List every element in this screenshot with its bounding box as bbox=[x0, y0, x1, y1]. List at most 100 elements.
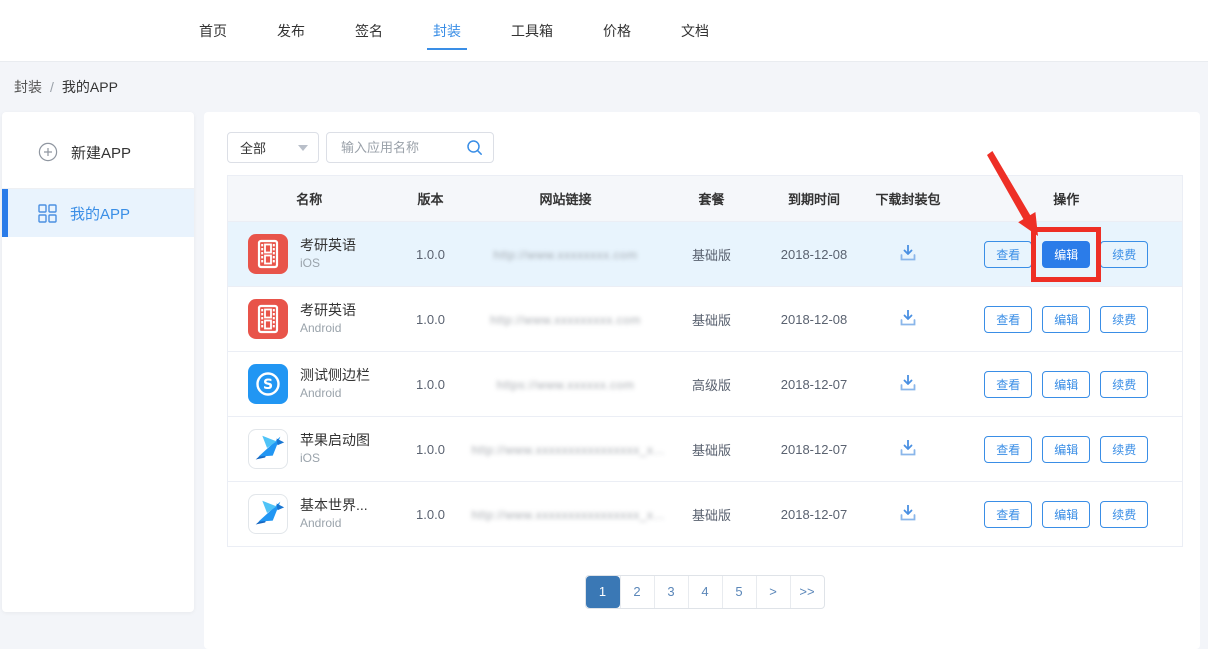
table-header-row: 名称版本网站链接套餐到期时间下载封装包操作 bbox=[228, 176, 1183, 222]
app-platform: iOS bbox=[300, 256, 356, 271]
pagination-page-5[interactable]: 5 bbox=[722, 576, 756, 608]
app-plan: 基础版 bbox=[661, 287, 763, 352]
app-version: 1.0.0 bbox=[391, 352, 471, 417]
pagination-page-1[interactable]: 1 bbox=[586, 576, 620, 608]
pagination-page-2[interactable]: 2 bbox=[620, 576, 654, 608]
edit-button[interactable]: 编辑 bbox=[1042, 241, 1090, 268]
table-row: S 测试侧边栏 Android 1.0.0 https://www.xxxxxx.com… bbox=[228, 352, 1183, 417]
nav-item[interactable]: 首页 bbox=[199, 0, 227, 62]
download-icon[interactable] bbox=[897, 502, 919, 524]
search-input[interactable] bbox=[339, 139, 466, 156]
pagination-next[interactable]: > bbox=[756, 576, 790, 608]
nav-item[interactable]: 签名 bbox=[355, 0, 383, 62]
search-icon[interactable] bbox=[466, 139, 483, 156]
app-icon-film bbox=[248, 234, 288, 274]
grid-icon bbox=[38, 204, 57, 223]
renew-button[interactable]: 续费 bbox=[1100, 371, 1148, 398]
nav-item[interactable]: 文档 bbox=[681, 0, 709, 62]
app-name: 考研英语 bbox=[300, 302, 356, 319]
sidebar-item-new-app[interactable]: 新建APP bbox=[2, 128, 194, 176]
app-plan: 基础版 bbox=[661, 222, 763, 287]
website-link-blurred: https://www.xxxxxx.com bbox=[497, 378, 635, 392]
nav-item[interactable]: 工具箱 bbox=[511, 0, 553, 62]
view-button[interactable]: 查看 bbox=[984, 241, 1032, 268]
app-platform: Android bbox=[300, 386, 370, 401]
pagination: 12345>>> bbox=[227, 575, 1182, 609]
table-row: 考研英语iOS1.0.0http://www.xxxxxxxx.com基础版20… bbox=[228, 222, 1183, 287]
column-header: 网站链接 bbox=[471, 176, 661, 222]
app-platform: Android bbox=[300, 516, 368, 531]
nav-item[interactable]: 发布 bbox=[277, 0, 305, 62]
app-platform: iOS bbox=[300, 451, 370, 466]
app-icon-s: S bbox=[248, 364, 288, 404]
pagination-page-4[interactable]: 4 bbox=[688, 576, 722, 608]
download-icon[interactable] bbox=[897, 242, 919, 264]
website-link-blurred: http://www.xxxxxxxxx.com bbox=[490, 313, 641, 327]
table-row: 苹果启动图iOS1.0.0http://www.xxxxxxxxxxxxxxxx… bbox=[228, 417, 1183, 482]
app-table: 名称版本网站链接套餐到期时间下载封装包操作 考研英语iOS1.0.0http:/… bbox=[227, 175, 1183, 547]
app-plan: 基础版 bbox=[661, 482, 763, 547]
pagination-page-3[interactable]: 3 bbox=[654, 576, 688, 608]
nav-item[interactable]: 价格 bbox=[603, 0, 631, 62]
column-header: 版本 bbox=[391, 176, 471, 222]
search-box bbox=[326, 132, 494, 163]
website-link-blurred: http://www.xxxxxxxxxxxxxxxx_x... bbox=[472, 508, 665, 522]
sidebar: 新建APP 我的APP bbox=[2, 112, 194, 612]
download-icon[interactable] bbox=[897, 437, 919, 459]
app-name: 苹果启动图 bbox=[300, 432, 370, 449]
edit-button[interactable]: 编辑 bbox=[1042, 501, 1090, 528]
breadcrumb: 封装 / 我的APP bbox=[0, 62, 118, 112]
app-version: 1.0.0 bbox=[391, 222, 471, 287]
app-expiry: 2018-12-07 bbox=[763, 482, 866, 547]
download-icon[interactable] bbox=[897, 372, 919, 394]
app-name: 测试侧边栏 bbox=[300, 367, 370, 384]
filter-select[interactable]: 全部 bbox=[227, 132, 319, 163]
breadcrumb-current: 我的APP bbox=[62, 77, 118, 97]
website-link-blurred: http://www.xxxxxxxx.com bbox=[493, 248, 637, 262]
breadcrumb-separator: / bbox=[50, 79, 54, 95]
edit-button[interactable]: 编辑 bbox=[1042, 371, 1090, 398]
app-icon-bird bbox=[248, 429, 288, 469]
app-expiry: 2018-12-07 bbox=[763, 352, 866, 417]
column-header: 操作 bbox=[951, 176, 1183, 222]
nav-item[interactable]: 封装 bbox=[433, 0, 461, 62]
table-body: 考研英语iOS1.0.0http://www.xxxxxxxx.com基础版20… bbox=[228, 222, 1183, 547]
filter-select-value: 全部 bbox=[240, 138, 266, 157]
pagination-last[interactable]: >> bbox=[790, 576, 824, 608]
chevron-down-icon bbox=[298, 145, 308, 151]
sidebar-item-label: 新建APP bbox=[71, 142, 131, 163]
edit-button[interactable]: 编辑 bbox=[1042, 436, 1090, 463]
app-version: 1.0.0 bbox=[391, 482, 471, 547]
app-expiry: 2018-12-08 bbox=[763, 287, 866, 352]
plus-circle-icon bbox=[38, 142, 58, 162]
column-header: 名称 bbox=[228, 176, 391, 222]
top-nav: 首页发布签名封装 工具箱 价格文档 bbox=[0, 0, 1208, 62]
website-link-blurred: http://www.xxxxxxxxxxxxxxxx_x... bbox=[472, 443, 665, 457]
renew-button[interactable]: 续费 bbox=[1100, 306, 1148, 333]
renew-button[interactable]: 续费 bbox=[1100, 241, 1148, 268]
table-row: 基本世界...Android1.0.0http://www.xxxxxxxxxx… bbox=[228, 482, 1183, 547]
view-button[interactable]: 查看 bbox=[984, 501, 1032, 528]
sidebar-item-my-app[interactable]: 我的APP bbox=[2, 189, 194, 237]
download-icon[interactable] bbox=[897, 307, 919, 329]
sidebar-item-label: 我的APP bbox=[70, 203, 130, 224]
renew-button[interactable]: 续费 bbox=[1100, 436, 1148, 463]
app-expiry: 2018-12-07 bbox=[763, 417, 866, 482]
table-row: 考研英语 Android 1.0.0 http://www.xxxxxxxxx.com… bbox=[228, 287, 1183, 352]
column-header: 到期时间 bbox=[763, 176, 866, 222]
app-version: 1.0.0 bbox=[391, 287, 471, 352]
view-button[interactable]: 查看 bbox=[984, 306, 1032, 333]
view-button[interactable]: 查看 bbox=[984, 371, 1032, 398]
app-icon-film bbox=[248, 299, 288, 339]
breadcrumb-section[interactable]: 封装 bbox=[14, 77, 42, 97]
renew-button[interactable]: 续费 bbox=[1100, 501, 1148, 528]
app-platform: Android bbox=[300, 321, 356, 336]
view-button[interactable]: 查看 bbox=[984, 436, 1032, 463]
column-header: 下载封装包 bbox=[866, 176, 951, 222]
app-name: 考研英语 bbox=[300, 237, 356, 254]
column-header: 套餐 bbox=[661, 176, 763, 222]
app-plan: 基础版 bbox=[661, 417, 763, 482]
edit-button[interactable]: 编辑 bbox=[1042, 306, 1090, 333]
main-panel: 全部 名称版本网站链接套餐到期时间下载封装包操作 考研英语iOS1.0.0htt… bbox=[204, 112, 1200, 649]
app-icon-bird bbox=[248, 494, 288, 534]
